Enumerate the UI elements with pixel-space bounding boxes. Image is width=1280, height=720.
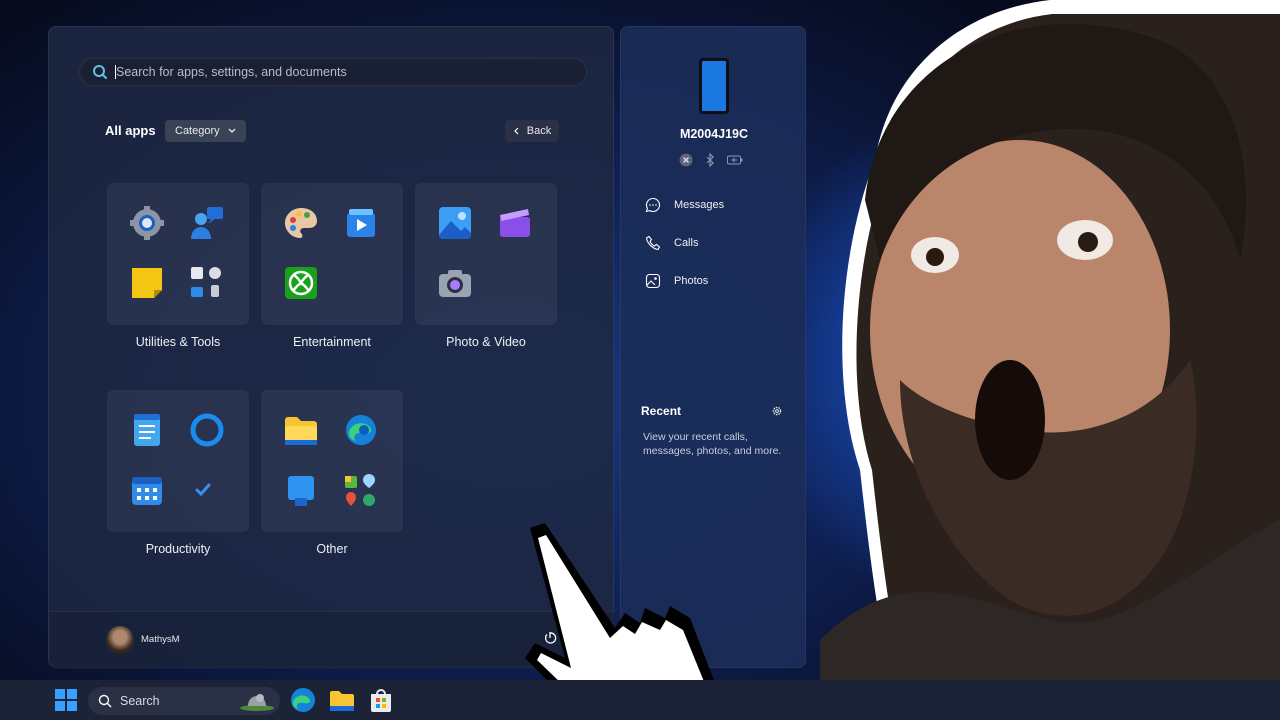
calendar-icon [132, 477, 162, 505]
folder-label: Other [316, 542, 348, 556]
file-explorer-icon [285, 417, 317, 445]
folder-label: Utilities & Tools [135, 335, 221, 349]
phone-item-messages[interactable]: Messages [645, 197, 724, 213]
phone-item-calls[interactable]: Calls [645, 235, 698, 251]
photos-icon [439, 207, 471, 239]
folder-other[interactable] [261, 390, 403, 532]
battery-icon [727, 155, 743, 165]
folder-label: Productivity [145, 542, 211, 556]
get-help-icon [191, 207, 223, 239]
mini-apps-group-icon [191, 267, 221, 297]
microsoft-store-icon[interactable] [367, 686, 395, 714]
chevron-down-icon [228, 128, 236, 133]
clipchamp-icon [500, 209, 530, 237]
movies-tv-icon [347, 209, 375, 237]
notepad-icon [134, 414, 160, 446]
search-icon [98, 694, 112, 708]
device-status-row [679, 153, 743, 167]
folder-productivity[interactable] [107, 390, 249, 532]
search-highlight-icon [240, 694, 274, 711]
search-input[interactable]: Search for apps, settings, and documents [116, 65, 347, 79]
disconnected-icon [679, 153, 693, 167]
device-name: M2004J19C [679, 127, 749, 141]
search-icon [93, 65, 107, 79]
phone-item-label: Calls [674, 237, 699, 249]
phone-item-label: Photos [674, 275, 709, 287]
camera-icon [439, 270, 471, 297]
gear-icon[interactable] [771, 405, 783, 417]
blue-app-icon [288, 476, 314, 506]
folder-utilities-tools[interactable] [107, 183, 249, 325]
search-box[interactable]: Search for apps, settings, and documents [79, 58, 587, 86]
taskbar-search[interactable]: Search [88, 687, 280, 715]
settings-gear-icon [130, 206, 164, 240]
chevron-left-icon [513, 127, 519, 135]
cortana-icon [190, 413, 224, 447]
edge-icon[interactable] [289, 686, 317, 714]
page-title: All apps [105, 123, 156, 138]
file-explorer-icon[interactable] [328, 686, 356, 714]
person-photo [820, 0, 1280, 720]
avatar[interactable] [106, 626, 134, 654]
folder-photo-video[interactable] [415, 183, 557, 325]
bluetooth-icon [706, 153, 714, 167]
phone-icon [645, 235, 661, 251]
phone-device-icon [699, 58, 729, 114]
folder-label: Photo & Video [446, 335, 526, 349]
mini-apps-group-icon [345, 474, 375, 506]
category-dropdown[interactable]: Category [165, 120, 246, 142]
taskbar-search-label: Search [120, 694, 160, 708]
back-button[interactable]: Back [505, 120, 559, 142]
windows-start-icon[interactable] [52, 686, 80, 714]
phone-item-photos[interactable]: Photos [645, 273, 708, 289]
todo-check-icon [195, 483, 211, 497]
xbox-icon [285, 267, 317, 299]
folder-entertainment[interactable] [261, 183, 403, 325]
paint-palette-icon [285, 208, 317, 238]
folder-label: Entertainment [293, 335, 371, 349]
user-name[interactable]: MathysM [141, 634, 180, 645]
back-label: Back [526, 125, 552, 137]
edge-icon [346, 415, 376, 445]
photo-icon [645, 273, 661, 289]
category-label: Category [175, 125, 220, 137]
message-icon [645, 197, 661, 213]
recent-heading: Recent [641, 404, 682, 418]
sticky-notes-icon [132, 268, 162, 298]
recent-description: View your recent calls, messages, photos… [643, 431, 782, 457]
phone-item-label: Messages [674, 199, 725, 211]
